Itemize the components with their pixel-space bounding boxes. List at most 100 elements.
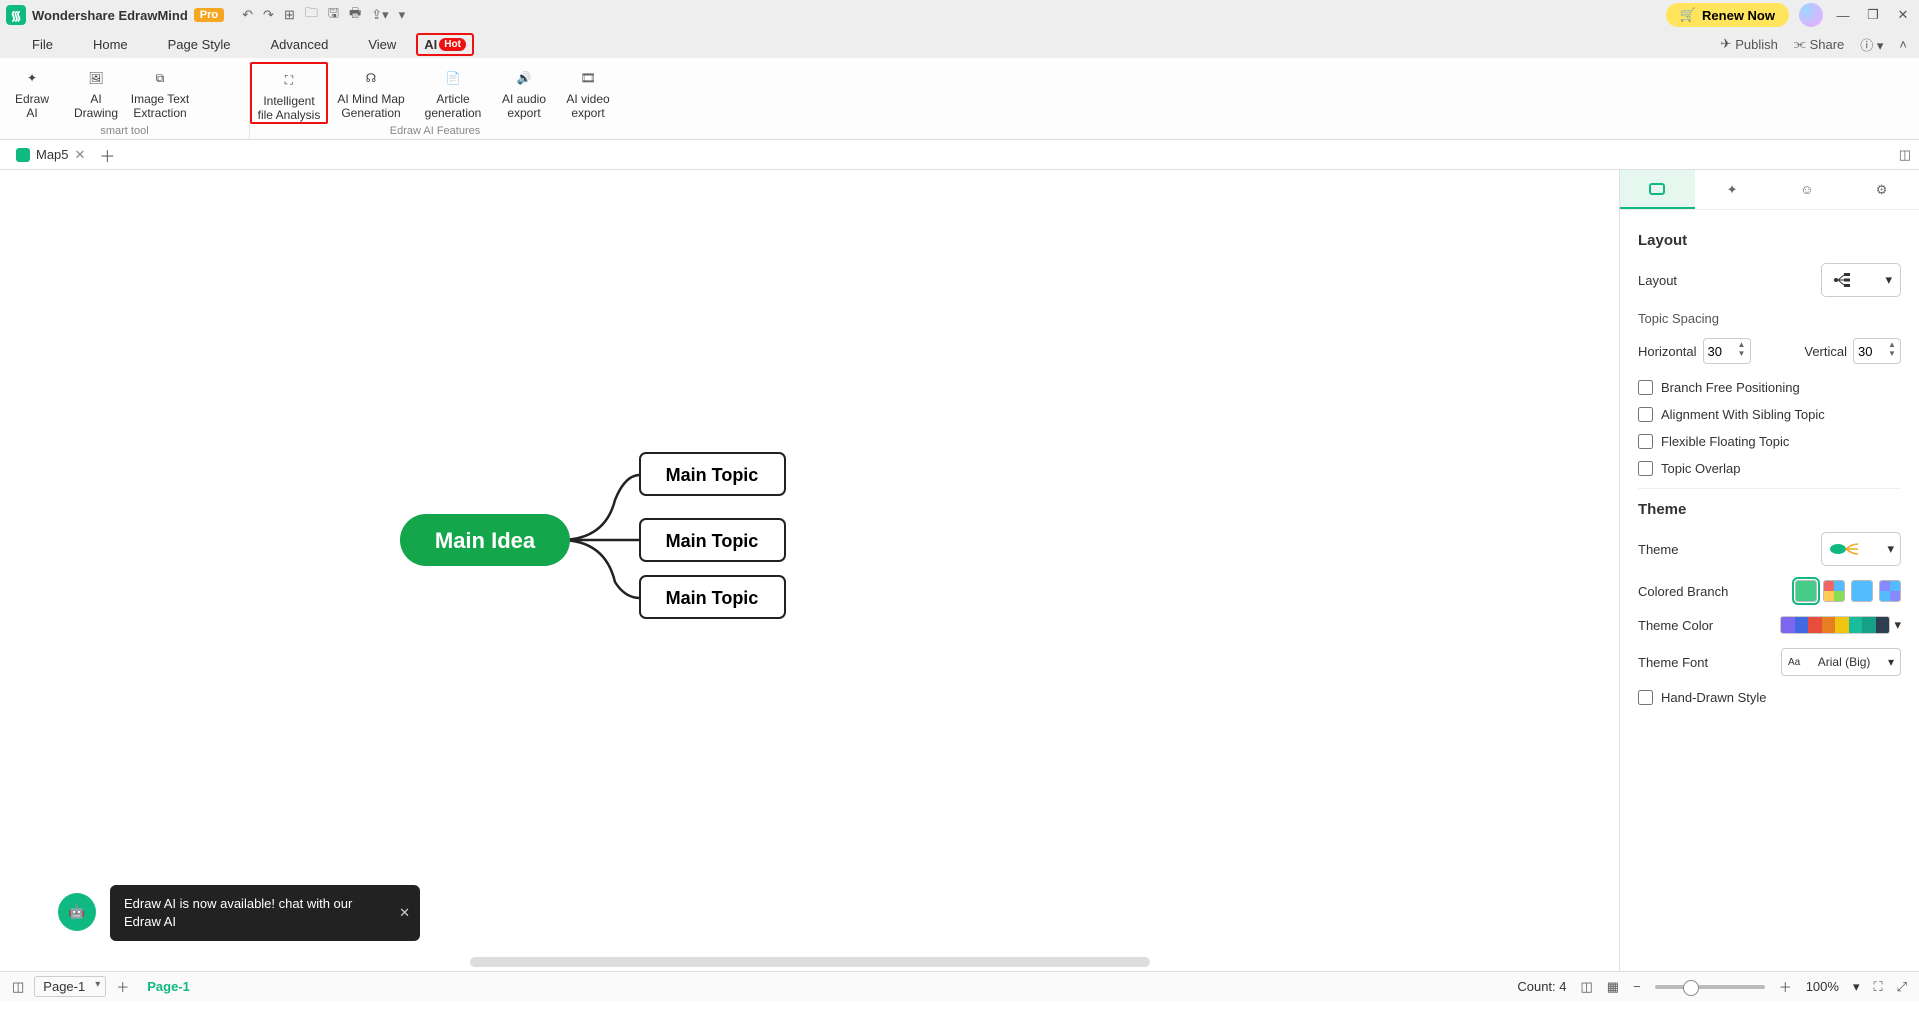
swatch-4[interactable] [1879,580,1901,602]
pro-badge: Pro [194,8,224,22]
menu-page-style[interactable]: Page Style [148,33,251,56]
share-button[interactable]: ⫘Share [1794,36,1844,52]
vertical-input[interactable] [1858,344,1884,359]
node-topic-1[interactable]: Main Topic [666,465,759,485]
theme-preview-icon [1828,538,1868,560]
ai-chat-bubble[interactable]: 🤖 [58,893,96,931]
cart-icon: 🛒 [1680,7,1696,23]
swatch-3[interactable] [1851,580,1873,602]
node-main-idea[interactable]: Main Idea [435,528,536,553]
mindmap-gen-icon: ☊ [357,66,385,90]
horizontal-label: Horizontal [1638,344,1697,359]
theme-color-label: Theme Color [1638,618,1713,633]
open-icon[interactable]: 🗀 [305,4,318,26]
publish-button[interactable]: ✈Publish [1720,36,1778,52]
swatch-1[interactable] [1795,580,1817,602]
panel-tabs: ✦ ☺ ⚙ [1620,170,1919,210]
undo-icon[interactable]: ↶ [242,7,253,23]
zoom-slider[interactable] [1655,985,1765,989]
count-label: Count: 4 [1517,979,1566,994]
collapse-ribbon-button[interactable]: ˄ [1899,37,1907,52]
zoom-out-icon[interactable]: − [1633,979,1641,994]
ai-toast: Edraw AI is now available! chat with our… [110,885,420,941]
node-topic-2[interactable]: Main Topic [666,531,759,551]
add-page-button[interactable]: ＋ [116,977,129,996]
font-value: Arial (Big) [1818,655,1871,669]
page-selector[interactable]: Page-1 [34,976,106,997]
chevron-down-icon[interactable]: ▾ [1853,979,1860,995]
canvas-scrollbar[interactable] [470,957,1150,967]
menu-ai-label: AI [424,37,437,52]
chk-hand-drawn[interactable]: Hand-Drawn Style [1638,690,1901,705]
menu-home[interactable]: Home [73,33,148,56]
print-icon[interactable]: 🖶 [349,4,361,26]
chk-alignment-sibling[interactable]: Alignment With Sibling Topic [1638,407,1901,422]
layout-selector[interactable]: ▾ [1821,263,1901,297]
theme-selector[interactable]: ▾ [1821,532,1901,566]
ai-icon: ✦ [18,66,46,90]
split-panel-toggle[interactable]: ◫ [1899,147,1911,163]
toast-close-icon[interactable]: ✕ [399,904,410,922]
ribbon-group-smart-tool: smart tool [0,125,249,137]
chk-branch-free[interactable]: Branch Free Positioning [1638,380,1901,395]
vertical-stepper[interactable]: ▲▼ [1853,338,1901,364]
minimize-button[interactable]: — [1833,5,1853,25]
canvas[interactable]: Main Idea Main Topic Main Topic Main Top… [0,170,1619,971]
close-button[interactable]: ✕ [1893,5,1913,25]
tab-label: Map5 [36,147,69,162]
publish-label: Publish [1735,37,1778,52]
export-icon[interactable]: ⇪▾ [371,7,388,23]
theme-font-selector[interactable]: AaArial (Big)▾ [1781,648,1901,676]
theme-color-strip[interactable] [1780,616,1890,634]
ribbon-ai-mindmap-generation[interactable]: ☊AI Mind MapGeneration [328,62,414,120]
menu-view[interactable]: View [348,33,416,56]
help-button[interactable]: ⓘ ▾ [1860,35,1883,54]
chevron-down-icon: ▾ [1885,272,1892,288]
share-icon: ⫘ [1794,36,1806,52]
menu-ai[interactable]: AI Hot [416,33,474,56]
chk-topic-overlap[interactable]: Topic Overlap [1638,461,1901,476]
menu-file[interactable]: File [12,33,73,56]
chevron-down-icon[interactable]: ▾ [1894,617,1901,633]
panel-tab-style[interactable]: ✦ [1695,170,1770,209]
ribbon-ai-drawing[interactable]: 🖼AIDrawing [64,62,128,120]
view-mode-2-icon[interactable]: ▦ [1607,979,1619,995]
view-mode-1-icon[interactable]: ◫ [1581,979,1593,995]
tab-add-button[interactable]: ＋ [97,145,117,165]
colored-branch-label: Colored Branch [1638,584,1728,599]
ribbon-image-text-extraction[interactable]: ⧉Image TextExtraction [128,62,192,120]
ribbon-ai-video-export[interactable]: 🎞AI videoexport [556,62,620,120]
horizontal-input[interactable] [1708,344,1734,359]
user-avatar[interactable] [1799,3,1823,27]
swatch-2[interactable] [1823,580,1845,602]
maximize-button[interactable]: ❐ [1863,5,1883,25]
panel-tab-layout[interactable] [1620,170,1695,209]
zoom-in-icon[interactable]: ＋ [1779,977,1792,996]
page-tab[interactable]: Page-1 [139,977,198,996]
new-icon[interactable]: ⊞ [284,7,295,23]
more-icon[interactable]: ▾ [399,7,406,23]
ribbon-article-generation[interactable]: 📄Articlegeneration [414,62,492,120]
right-panel: ✦ ☺ ⚙ Layout Layout ▾ Topic Spacing Hori… [1619,170,1919,971]
save-icon[interactable]: 🖫 [328,4,339,26]
redo-icon[interactable]: ↷ [263,7,274,23]
panel-tab-icon[interactable]: ☺ [1770,170,1845,209]
chk-flexible-floating[interactable]: Flexible Floating Topic [1638,434,1901,449]
vertical-label: Vertical [1804,344,1847,359]
zoom-value: 100% [1806,979,1839,994]
renew-button[interactable]: 🛒Renew Now [1666,3,1789,27]
menu-advanced[interactable]: Advanced [251,33,349,56]
fullscreen-icon[interactable]: ⤢ [1897,979,1907,995]
fit-screen-icon[interactable]: ⛶ [1873,979,1882,995]
tab-close-icon[interactable]: ✕ [75,147,86,163]
outline-view-icon[interactable]: ◫ [12,979,24,995]
horizontal-stepper[interactable]: ▲▼ [1703,338,1751,364]
ocr-icon: ⧉ [146,66,174,90]
ribbon-intelligent-file-analysis[interactable]: ⛶Intelligentfile Analysis [250,62,328,124]
node-topic-3[interactable]: Main Topic [666,588,759,608]
panel-tab-settings[interactable]: ⚙ [1844,170,1919,209]
topic-spacing-title: Topic Spacing [1638,311,1901,326]
ribbon-edraw-ai[interactable]: ✦EdrawAI [0,62,64,120]
ribbon-ai-audio-export[interactable]: 🔊AI audioexport [492,62,556,120]
tab-map5[interactable]: Map5 ✕ [8,143,93,167]
